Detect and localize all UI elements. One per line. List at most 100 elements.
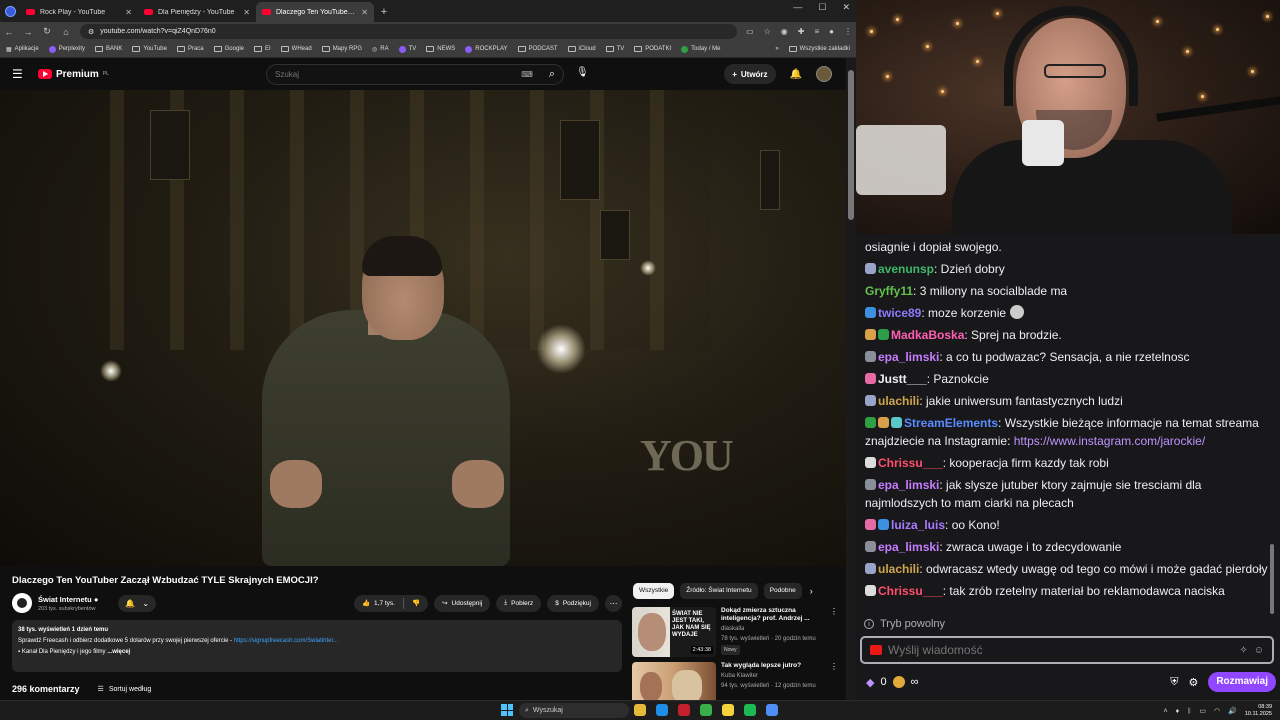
chip-source[interactable]: Źródło: Świat Internetu bbox=[680, 583, 758, 599]
chat-username[interactable]: avenunsp bbox=[878, 262, 934, 276]
recommended-video[interactable]: Tak wygląda lepsze jutro? Kuba Klawiter … bbox=[632, 662, 838, 700]
tray-app-icon[interactable]: ♦ bbox=[1176, 708, 1180, 715]
chat-username[interactable]: StreamElements bbox=[904, 416, 998, 430]
chat-badge-icon[interactable] bbox=[878, 417, 889, 428]
bookmark-folder[interactable]: PODCAST bbox=[517, 46, 558, 52]
chat-username[interactable]: twice89 bbox=[878, 306, 921, 320]
bookmark-folder[interactable]: YouTube bbox=[132, 46, 167, 52]
volume-icon[interactable]: 🔊 bbox=[1228, 707, 1237, 715]
bookmark-folder[interactable]: EI bbox=[254, 46, 271, 52]
bookmark-rockplay[interactable]: ROCKPLAY bbox=[465, 45, 508, 53]
chip-all[interactable]: Wszystkie bbox=[633, 583, 675, 599]
taskbar-search[interactable]: ⌕ Wyszukaj bbox=[519, 703, 629, 718]
video-player[interactable]: YOU bbox=[0, 90, 846, 566]
close-tab-icon[interactable]: ✕ bbox=[125, 8, 132, 17]
tab-dla-pieniedzy[interactable]: Dla Pieniędzy - YouTube ✕ bbox=[138, 2, 256, 22]
more-options-icon[interactable]: ⋮ bbox=[830, 607, 838, 659]
menu-hamburger-icon[interactable]: ☰ bbox=[12, 67, 28, 81]
spotify-icon[interactable] bbox=[744, 704, 756, 716]
recommendation-channel[interactable]: Kuba Klawiter bbox=[721, 672, 825, 680]
chat-username[interactable]: ulachili bbox=[878, 562, 919, 576]
thumbs-up-icon[interactable]: 👍 bbox=[362, 599, 370, 607]
site-info-icon[interactable]: ⚙ bbox=[88, 28, 94, 36]
search-icon[interactable]: ⌕ bbox=[549, 68, 555, 81]
bookmark-tv[interactable]: TV bbox=[398, 45, 416, 53]
bookmark-folder[interactable]: TV bbox=[605, 46, 624, 52]
chat-badge-icon[interactable] bbox=[865, 585, 876, 596]
close-tab-icon[interactable]: ✕ bbox=[361, 8, 368, 17]
show-more-link[interactable]: ...więcej bbox=[107, 649, 130, 655]
chevron-right-icon[interactable]: » bbox=[775, 46, 778, 52]
chat-username[interactable]: Chrissu___ bbox=[878, 456, 943, 470]
sort-comments-button[interactable]: ☰ Sortuj według bbox=[98, 685, 152, 694]
address-bar[interactable]: ⚙ youtube.com/watch?v=qiZ4QnD76n0 bbox=[80, 24, 738, 39]
bookmark-folder[interactable]: Google bbox=[213, 46, 244, 52]
chat-badge-icon[interactable] bbox=[865, 563, 876, 574]
chat-badge-icon[interactable] bbox=[865, 329, 876, 340]
forward-icon[interactable]: → bbox=[23, 27, 33, 37]
bookmark-folder[interactable]: WHead bbox=[280, 46, 312, 52]
avatar[interactable] bbox=[816, 66, 832, 82]
close-window-icon[interactable]: ✕ bbox=[842, 2, 850, 13]
page-scrollbar[interactable] bbox=[846, 58, 856, 700]
wifi-icon[interactable]: ◠ bbox=[1214, 707, 1220, 715]
battery-icon[interactable]: ▭ bbox=[1199, 707, 1206, 715]
chat-badge-icon[interactable] bbox=[865, 479, 876, 490]
like-dislike-button[interactable]: 👍 1,7 tys. 👎 bbox=[353, 594, 429, 612]
emote-picker-icon[interactable]: ☺ bbox=[1254, 645, 1264, 656]
reload-icon[interactable]: ↻ bbox=[42, 26, 52, 37]
bookmark-star-icon[interactable]: ☆ bbox=[764, 27, 771, 36]
windows-start-icon[interactable] bbox=[501, 704, 513, 716]
create-button[interactable]: + Utwórz bbox=[724, 64, 776, 84]
maximize-icon[interactable]: ☐ bbox=[818, 2, 826, 13]
new-tab-button[interactable]: + bbox=[374, 2, 394, 22]
chat-username[interactable]: ulachili bbox=[878, 394, 919, 408]
profile-icon[interactable] bbox=[0, 0, 20, 22]
bookmark-folder[interactable]: Praca bbox=[176, 46, 204, 52]
chat-username[interactable]: Gryffy11 bbox=[865, 284, 913, 298]
chat-send-button[interactable]: Rozmawiaj bbox=[1208, 672, 1276, 692]
close-tab-icon[interactable]: ✕ bbox=[243, 8, 250, 17]
chat-badge-icon[interactable] bbox=[865, 351, 876, 362]
chat-username[interactable]: luiza_luis bbox=[891, 518, 945, 532]
chat-scrollbar[interactable] bbox=[1270, 544, 1274, 614]
thumbs-down-icon[interactable]: 👎 bbox=[412, 599, 420, 607]
bookmark-folder[interactable]: BANK bbox=[95, 46, 122, 52]
settings-gear-icon[interactable]: ⚙ bbox=[1188, 676, 1198, 689]
bookmark-perplexity[interactable]: Perplexity bbox=[48, 45, 85, 53]
bookmark-folder[interactable]: NEWS bbox=[426, 46, 455, 52]
bookmark-folder[interactable]: iCloud bbox=[567, 46, 596, 52]
notifications-bell-icon[interactable]: 🔔 bbox=[790, 69, 802, 80]
cast-icon[interactable]: ▭ bbox=[746, 27, 754, 36]
menu-kebab-icon[interactable]: ⋮ bbox=[844, 27, 852, 36]
chat-badge-icon[interactable] bbox=[878, 519, 889, 530]
emote-icon[interactable] bbox=[1010, 305, 1025, 319]
tab-search-icon[interactable]: ≡ bbox=[814, 27, 819, 36]
recommendation-title[interactable]: Dokąd zmierza sztuczna inteligencja? pro… bbox=[721, 607, 825, 623]
chat-username[interactable]: epa_limski bbox=[878, 540, 939, 554]
recommendation-channel[interactable]: dlaskalla bbox=[721, 625, 825, 633]
chat-badge-icon[interactable] bbox=[865, 541, 876, 552]
chat-messages[interactable]: osiagnie i dopiał swojego. avenunsp: Dzie… bbox=[865, 236, 1269, 616]
bits-icon[interactable]: ◆ bbox=[866, 676, 874, 689]
magic-icon[interactable]: ✧ bbox=[1239, 645, 1247, 656]
chat-badge-icon[interactable] bbox=[865, 373, 876, 384]
bookmark-ra[interactable]: ◎ RA bbox=[372, 46, 389, 53]
recommended-video[interactable]: ŚWIAT NIE JEST TAKI, JAK NAM SIĘ WYDAJE … bbox=[632, 607, 838, 659]
chat-badge-icon[interactable] bbox=[865, 307, 876, 318]
thanks-button[interactable]: $ Podziękuj bbox=[547, 594, 599, 612]
edge-icon[interactable] bbox=[656, 704, 668, 716]
share-button[interactable]: ↪ Udostępnij bbox=[434, 594, 491, 612]
chat-badge-icon[interactable] bbox=[891, 417, 902, 428]
opera-icon[interactable] bbox=[678, 704, 690, 716]
puzzle-icon[interactable]: ✚ bbox=[798, 27, 805, 36]
chat-username[interactable]: epa_limski bbox=[878, 350, 939, 364]
chrome-icon[interactable] bbox=[700, 704, 712, 716]
bookmark-folder[interactable]: Mapy RPG bbox=[321, 46, 362, 52]
chat-username[interactable]: MadkaBoska bbox=[891, 328, 964, 342]
account-icon[interactable]: ● bbox=[829, 27, 834, 36]
all-bookmarks[interactable]: Wszystkie zakładki bbox=[788, 46, 850, 52]
description-link[interactable]: https://signupfreecash.com/Swiatinter... bbox=[234, 638, 338, 644]
back-icon[interactable]: ← bbox=[4, 27, 14, 37]
more-options-icon[interactable]: ⋮ bbox=[830, 662, 838, 700]
